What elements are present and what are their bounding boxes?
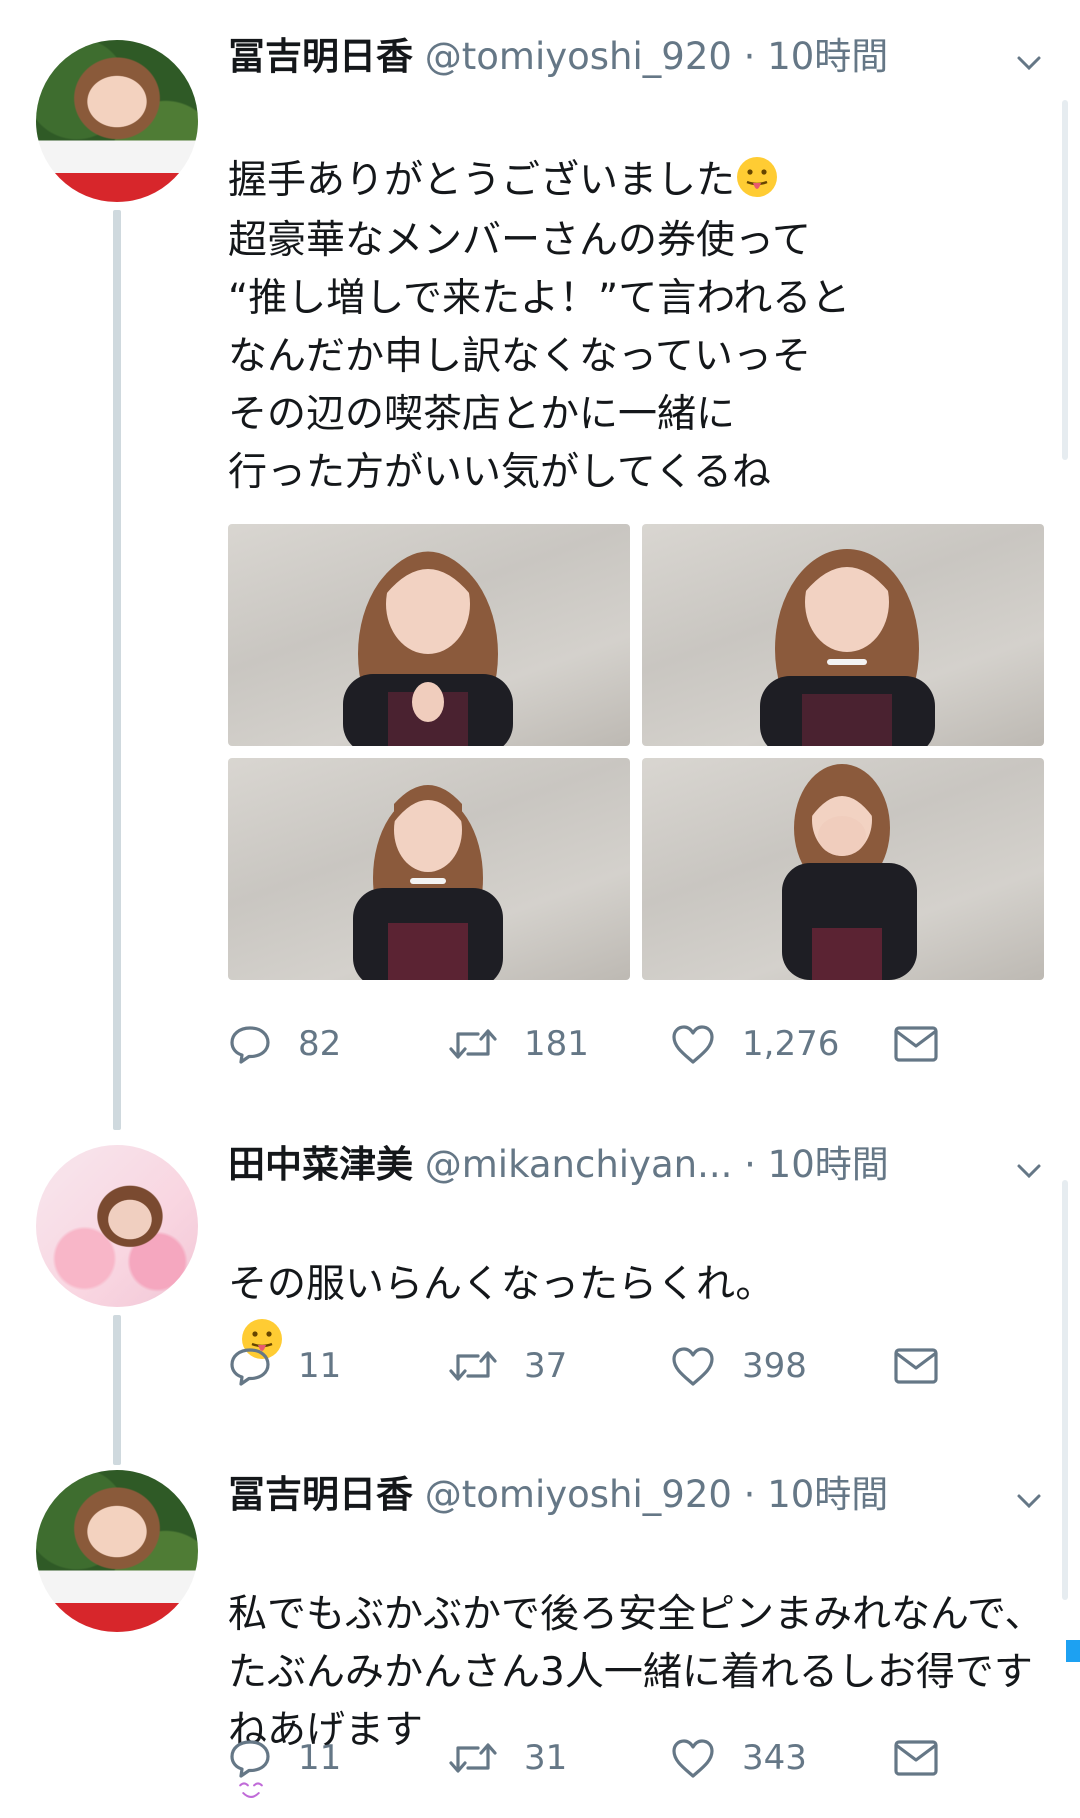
like-button[interactable]: 343 bbox=[670, 1728, 807, 1788]
like-button[interactable]: 1,276 bbox=[670, 1014, 839, 1074]
retweet-button[interactable]: 181 bbox=[448, 1014, 589, 1074]
like-count: 398 bbox=[742, 1346, 807, 1386]
reply-icon bbox=[230, 1026, 270, 1064]
reply-button[interactable]: 11 bbox=[228, 1728, 341, 1788]
retweet-icon bbox=[449, 1351, 497, 1381]
reply-button[interactable]: 82 bbox=[228, 1014, 341, 1074]
scrollbar-track[interactable] bbox=[1062, 1180, 1068, 1600]
thread-line bbox=[113, 1315, 121, 1465]
scrollbar-track[interactable] bbox=[1062, 100, 1068, 460]
tweet-header: 田中菜津美 @mikanchiyan... · 10時間 bbox=[228, 1142, 889, 1188]
like-count: 1,276 bbox=[742, 1024, 840, 1064]
tweet-text-content: その服いらんくなったらくれ。 bbox=[228, 1262, 775, 1307]
user-handle[interactable]: @tomiyoshi_920 bbox=[425, 1473, 732, 1516]
like-button[interactable]: 398 bbox=[670, 1336, 807, 1396]
avatar[interactable] bbox=[36, 40, 198, 202]
tweet-3[interactable]: 冨吉明日香 @tomiyoshi_920 · 10時間 私でもぶかぶかで後ろ安全… bbox=[0, 1460, 1080, 1813]
user-handle[interactable]: @tomiyoshi_920 bbox=[425, 35, 732, 78]
avatar[interactable] bbox=[36, 1470, 198, 1632]
chevron-down-icon[interactable] bbox=[1014, 48, 1044, 78]
reply-count: 11 bbox=[298, 1738, 342, 1778]
photo-4[interactable] bbox=[642, 758, 1044, 980]
timestamp[interactable]: · 10時間 bbox=[744, 1473, 889, 1516]
like-icon bbox=[672, 1739, 714, 1778]
display-name[interactable]: 冨吉明日香 bbox=[228, 1473, 413, 1516]
chevron-down-icon[interactable] bbox=[1014, 1486, 1044, 1516]
tweet-text: 握手ありがとうございました bbox=[228, 94, 1028, 210]
tweet-text-line1: 握手ありがとうございました bbox=[228, 158, 736, 203]
timestamp[interactable]: · 10時間 bbox=[744, 35, 889, 78]
photo-3[interactable] bbox=[228, 758, 630, 980]
tweet-actions: 11 31 343 bbox=[228, 1728, 1028, 1788]
tweet-2[interactable]: 田中菜津美 @mikanchiyan... · 10時間 その服いらんくなったら… bbox=[0, 1110, 1080, 1465]
retweet-count: 31 bbox=[524, 1738, 568, 1778]
avatar[interactable] bbox=[36, 1145, 198, 1307]
retweet-button[interactable]: 31 bbox=[448, 1728, 567, 1788]
photo-2[interactable] bbox=[642, 524, 1044, 746]
photo-grid bbox=[228, 524, 1044, 980]
timestamp[interactable]: · 10時間 bbox=[744, 1143, 889, 1186]
photo-1[interactable] bbox=[228, 524, 630, 746]
share-mail-icon bbox=[894, 1740, 938, 1776]
like-icon bbox=[672, 1347, 714, 1386]
retweet-icon bbox=[449, 1029, 497, 1059]
display-name[interactable]: 田中菜津美 bbox=[228, 1143, 413, 1186]
share-button[interactable] bbox=[892, 1728, 940, 1788]
scrollbar-thumb[interactable] bbox=[1066, 1640, 1080, 1662]
retweet-count: 37 bbox=[524, 1346, 568, 1386]
share-mail-icon bbox=[894, 1026, 938, 1062]
reply-icon bbox=[230, 1348, 270, 1386]
tongue-emoji-icon bbox=[737, 157, 778, 197]
retweet-icon bbox=[449, 1743, 497, 1773]
like-icon bbox=[672, 1025, 714, 1064]
chevron-down-icon[interactable] bbox=[1014, 1156, 1044, 1186]
tweet-text-rest: 超豪華なメンバーさんの券使って “推し増しで来たよ！”て言われると なんだか申し… bbox=[228, 218, 851, 495]
reply-icon bbox=[230, 1740, 270, 1778]
share-button[interactable] bbox=[892, 1014, 940, 1074]
retweet-count: 181 bbox=[524, 1024, 589, 1064]
user-handle[interactable]: @mikanchiyan... bbox=[425, 1143, 733, 1186]
share-button[interactable] bbox=[892, 1336, 940, 1396]
tweet-header: 冨吉明日香 @tomiyoshi_920 · 10時間 bbox=[228, 1472, 888, 1518]
display-name[interactable]: 冨吉明日香 bbox=[228, 35, 413, 78]
tweet-header: 冨吉明日香 @tomiyoshi_920 · 10時間 bbox=[228, 34, 888, 80]
tweet-1[interactable]: 冨吉明日香 @tomiyoshi_920 · 10時間 握手ありがとうございまし… bbox=[0, 0, 1080, 1130]
tweet-actions: 82 181 1,276 bbox=[228, 1014, 1028, 1074]
tweet-actions: 11 37 398 bbox=[228, 1336, 1028, 1396]
reply-button[interactable]: 11 bbox=[228, 1336, 341, 1396]
like-count: 343 bbox=[742, 1738, 807, 1778]
retweet-button[interactable]: 37 bbox=[448, 1336, 567, 1396]
share-mail-icon bbox=[894, 1348, 938, 1384]
reply-count: 82 bbox=[298, 1024, 342, 1064]
thread-line bbox=[113, 210, 121, 1130]
reply-count: 11 bbox=[298, 1346, 342, 1386]
